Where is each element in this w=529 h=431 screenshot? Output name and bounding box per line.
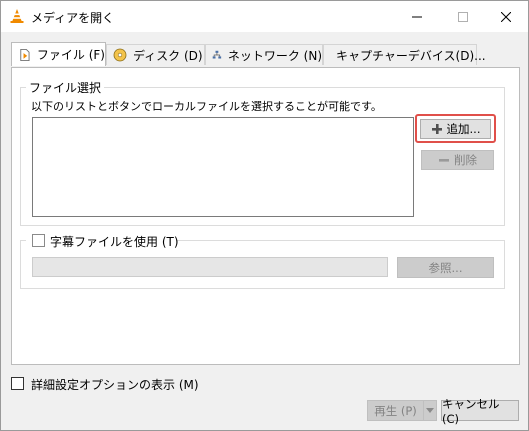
subtitle-file-field[interactable] [32,257,388,277]
title-bar: メディアを開く [1,1,528,32]
tab-network[interactable]: ネットワーク (N) [205,44,323,65]
open-media-dialog: メディアを開く ファイル (F) ディスク (D) ネットワーク (N) キャプ… [0,0,529,431]
minimize-button[interactable] [394,1,440,32]
tab-disc-label: ディスク (D) [133,48,203,63]
play-button-label: 再生 (P) [374,403,417,418]
play-dropdown-button[interactable] [423,400,437,421]
tab-network-label: ネットワーク (N) [227,48,322,63]
subtitle-checkbox-row: 字幕ファイルを使用 (T) [26,232,179,249]
tab-disc[interactable]: ディスク (D) [106,44,205,65]
vlc-cone-icon [10,9,24,23]
network-icon [212,50,222,59]
advanced-options-checkbox[interactable] [11,377,24,390]
file-list[interactable] [32,117,414,217]
add-button-label: 追加... [446,122,481,136]
remove-button-label: 削除 [454,153,477,167]
file-icon [20,48,30,61]
add-button[interactable]: 追加... [420,119,491,139]
maximize-icon [458,11,468,22]
browse-button[interactable]: 参照... [397,257,494,278]
minimize-icon [412,16,422,17]
play-button[interactable]: 再生 (P) [367,400,423,421]
chevron-down-icon [426,408,434,413]
tab-file-label: ファイル (F) [36,48,105,62]
window-title: メディアを開く [31,11,115,25]
subtitle-checkbox[interactable] [32,234,45,247]
maximize-button[interactable] [440,1,486,32]
tab-capture-device-label: キャプチャーデバイス(D)... [336,48,486,63]
cancel-button[interactable]: キャンセル (C) [441,397,519,426]
tab-file[interactable]: ファイル (F) [11,42,106,66]
close-icon [501,11,511,22]
tab-capture-device[interactable]: キャプチャーデバイス(D)... [323,44,486,65]
disc-icon [113,48,127,62]
subtitle-checkbox-label: 字幕ファイルを使用 (T) [50,235,179,249]
file-tab-panel: ファイル選択 以下のリストとボタンでローカルファイルを選択することが可能です。 … [11,67,520,365]
browse-button-label: 参照... [428,260,463,275]
file-selection-description: 以下のリストとボタンでローカルファイルを選択することが可能です。 [31,100,382,113]
cancel-button-label: キャンセル (C) [442,396,500,426]
plus-icon [431,124,442,134]
advanced-options-label: 詳細設定オプションの表示 (M) [31,378,199,392]
minus-icon [439,159,449,162]
file-selection-title: ファイル選択 [26,79,105,96]
close-button[interactable] [483,1,529,32]
remove-button[interactable]: 削除 [421,150,494,170]
